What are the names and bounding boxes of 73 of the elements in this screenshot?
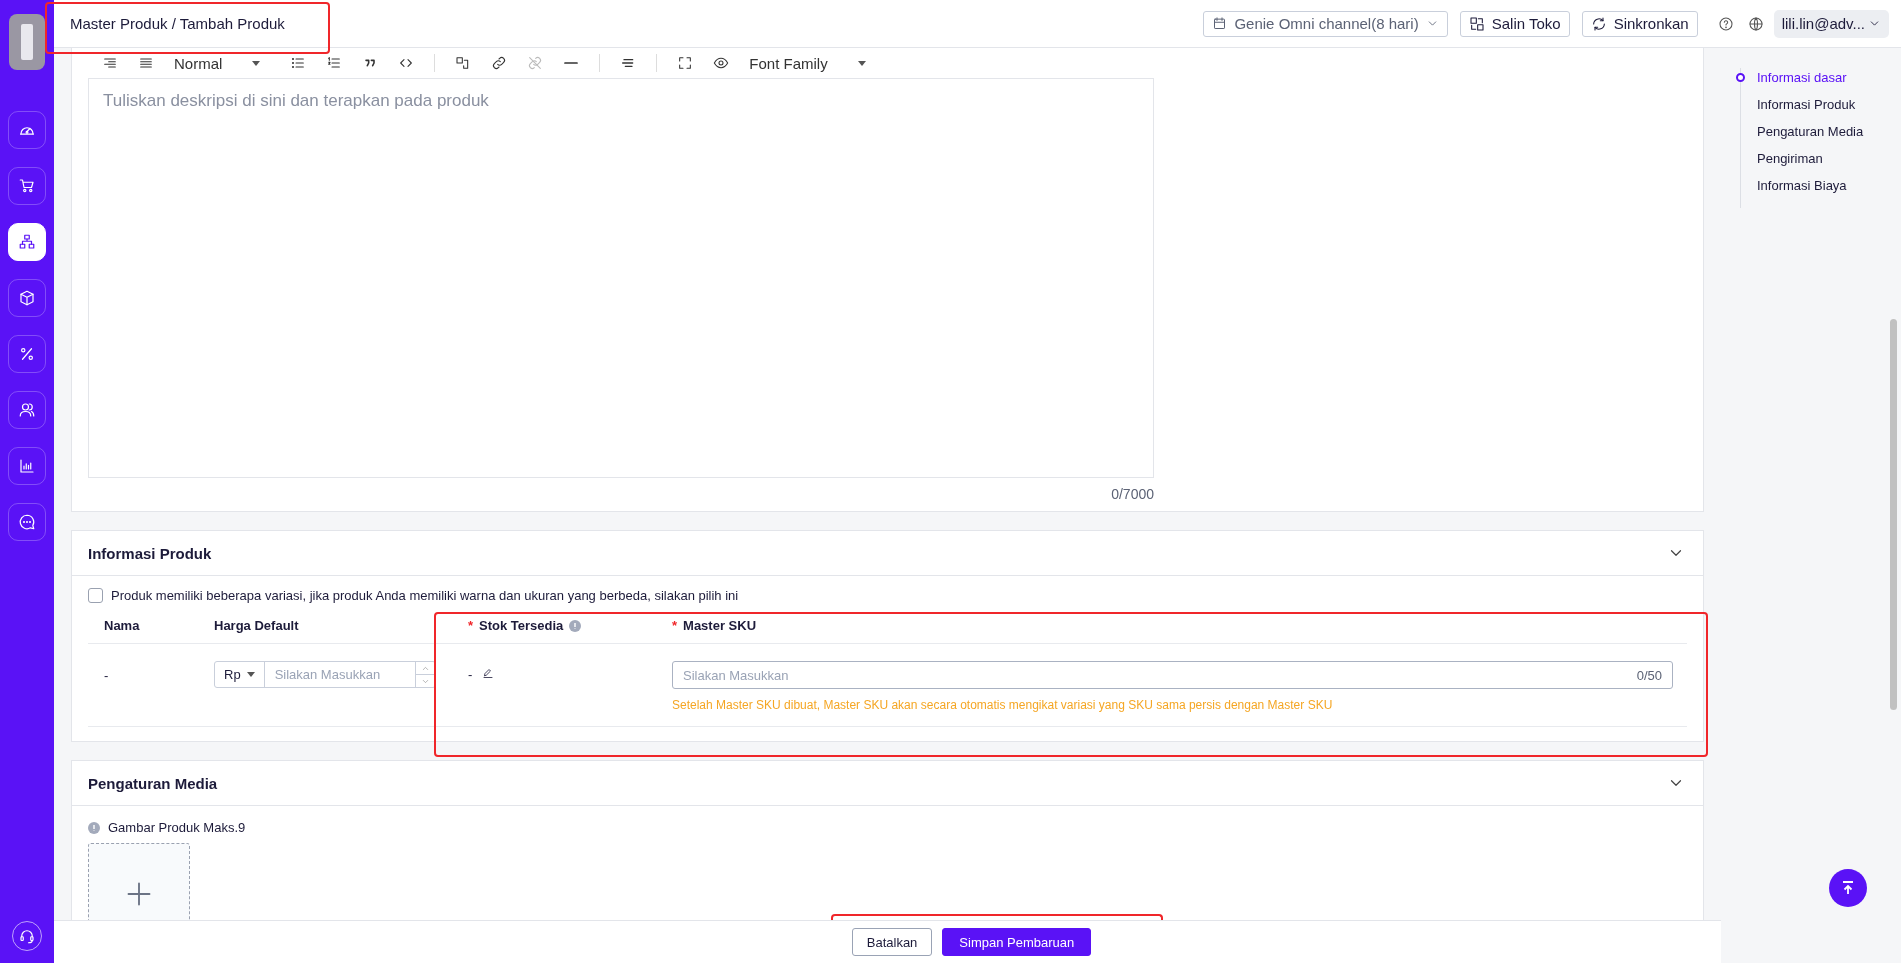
anchor-link[interactable]: Informasi Produk [1735, 95, 1864, 113]
sync-icon [1590, 15, 1607, 32]
character-counter: 0/50 [1636, 667, 1662, 683]
placeholder-text: Silakan Masukkan [683, 667, 789, 683]
column-header: Nama [104, 617, 141, 633]
user-menu[interactable]: lili.lin@adv... [1773, 9, 1889, 38]
bullet-list-icon[interactable] [290, 55, 307, 71]
note-text: Gambar Produk Maks.9 [108, 820, 246, 835]
column-header: * Stok Tersedia [468, 617, 672, 633]
checkbox[interactable] [88, 588, 103, 603]
bar-chart-icon [18, 457, 36, 475]
copy-store-button[interactable]: Salin Toko [1459, 10, 1570, 37]
sidebar-item[interactable] [8, 167, 46, 205]
info-icon [569, 620, 582, 633]
sidebar-item[interactable] [8, 503, 46, 541]
character-counter: 0/7000 [1110, 485, 1154, 502]
cart-icon [18, 177, 36, 195]
percent-icon [18, 345, 36, 363]
placeholder-text: Tuliskan deskripsi di sini dan terapkan pada produk [103, 91, 489, 110]
caret-icon [857, 60, 866, 66]
anchor-link[interactable]: Informasi dasar [1735, 68, 1864, 86]
box-icon [18, 289, 36, 307]
sidebar-item[interactable] [8, 335, 46, 373]
cancel-button[interactable]: Batalkan [851, 928, 933, 956]
table-cell: - [468, 667, 473, 682]
caret-icon [246, 672, 255, 677]
arrow-up-icon [1840, 880, 1856, 896]
calendar-icon [1212, 16, 1228, 31]
active-dot [1736, 72, 1745, 82]
link-icon[interactable] [491, 55, 508, 71]
align-right-icon[interactable] [102, 55, 118, 71]
table-cell-text: - [104, 667, 110, 683]
hint-text: Setelah Master SKU dibuat, Master SKU akan secara otomatis mengikat variasi yang SKU sama persis dengan Master SKU [672, 698, 1334, 712]
eye-icon[interactable] [713, 55, 730, 71]
globe-icon[interactable] [1747, 15, 1764, 32]
breadcrumb: Master Produk / Tambah Produk [70, 15, 285, 32]
column-header: Harga Default [214, 617, 300, 633]
justify-icon[interactable] [138, 55, 154, 71]
chat-icon [18, 513, 36, 531]
anchor-link[interactable]: Pengiriman [1735, 149, 1864, 167]
section-title: Informasi Produk [88, 544, 212, 562]
sidebar-item[interactable] [8, 111, 46, 149]
master-sku-input[interactable]: Silakan Masukkan 0/50 [672, 661, 1673, 689]
font-family-select[interactable]: Font Family [749, 54, 876, 72]
currency-select[interactable]: Rp [215, 662, 265, 687]
transfer-icon [1468, 15, 1485, 32]
logo-thumbnail[interactable] [9, 14, 45, 70]
anchor-link[interactable]: Informasi Biaya [1735, 176, 1864, 194]
users-icon [18, 401, 36, 419]
section-title: Pengaturan Media [88, 774, 218, 792]
anchor-link[interactable]: Pengaturan Media [1735, 122, 1864, 140]
fullscreen-icon[interactable] [677, 55, 694, 71]
ordered-list-icon[interactable] [326, 55, 343, 71]
required-mark: * [468, 617, 474, 633]
sidebar-item[interactable] [8, 447, 46, 485]
scrollbar-thumb[interactable] [1890, 319, 1897, 710]
sidebar-item[interactable] [8, 391, 46, 429]
sync-button[interactable]: Sinkronkan [1581, 10, 1698, 37]
column-header: * Master SKU [672, 617, 758, 633]
store-select[interactable]: Genie Omni channel(8 hari) [1203, 10, 1448, 37]
placeholder-text: Silakan Masukkan [273, 666, 382, 684]
sidebar-item[interactable] [8, 279, 46, 317]
help-icon[interactable] [1717, 15, 1734, 32]
save-button[interactable]: Simpan Pembaruan [942, 928, 1092, 956]
caret-icon [252, 60, 261, 66]
heading-select[interactable]: Normal [174, 54, 271, 72]
sitemap-icon [18, 233, 36, 251]
price-input[interactable]: Rp Silakan Masukkan [214, 661, 436, 688]
sidebar-item[interactable] [8, 223, 46, 261]
info-icon [88, 821, 100, 834]
checkbox-label: Produk memiliki beberapa variasi, jika produk Anda memiliki warna dan ukuran yang berbeda, silakan pilih ini [111, 588, 739, 603]
plus-icon [125, 880, 153, 908]
required-mark: * [672, 617, 678, 633]
